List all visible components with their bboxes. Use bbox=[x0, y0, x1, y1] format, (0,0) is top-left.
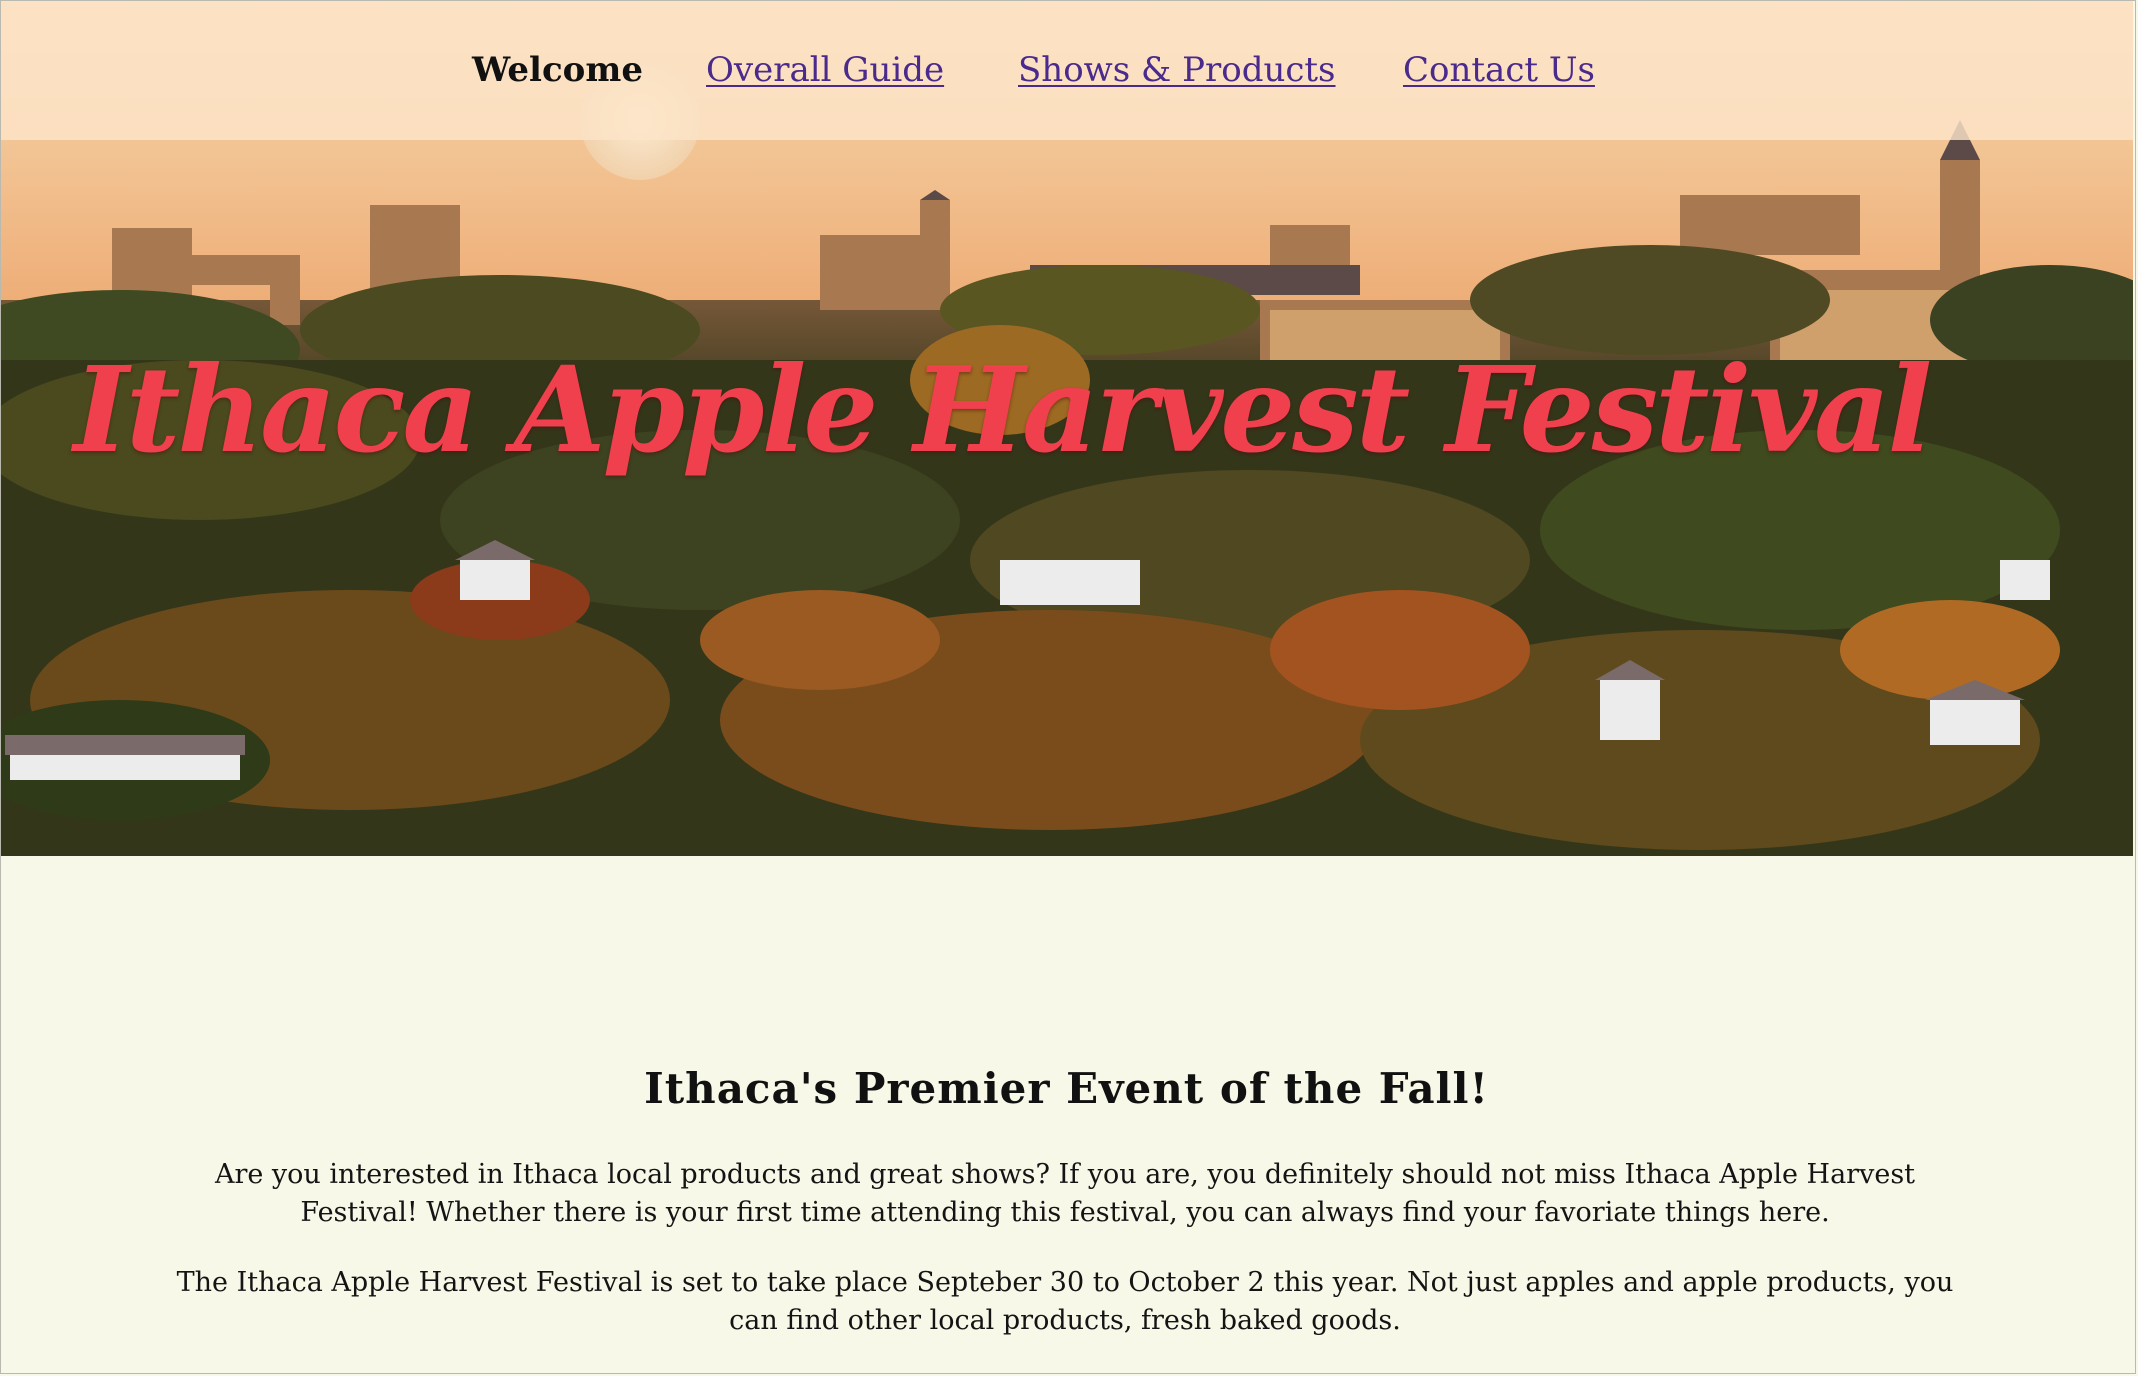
intro-paragraph: Are you interested in Ithaca local produ… bbox=[214, 1159, 1916, 1228]
nav-welcome[interactable]: Welcome bbox=[472, 50, 643, 90]
nav-contact-us[interactable]: Contact Us bbox=[1403, 50, 1595, 90]
festival-title: Ithaca Apple Harvest Festival bbox=[73, 340, 1933, 479]
top-navigation: Welcome Overall Guide Shows & Products C… bbox=[0, 0, 2133, 140]
page-headline: Ithaca's Premier Event of the Fall! bbox=[644, 1064, 1489, 1113]
nav-overall-guide[interactable]: Overall Guide bbox=[706, 50, 944, 90]
nav-shows-products[interactable]: Shows & Products bbox=[1018, 50, 1336, 90]
event-dates-paragraph: The Ithaca Apple Harvest Festival is set… bbox=[176, 1267, 1954, 1336]
main-content: Ithaca's Premier Event of the Fall! Are … bbox=[0, 856, 2133, 1376]
